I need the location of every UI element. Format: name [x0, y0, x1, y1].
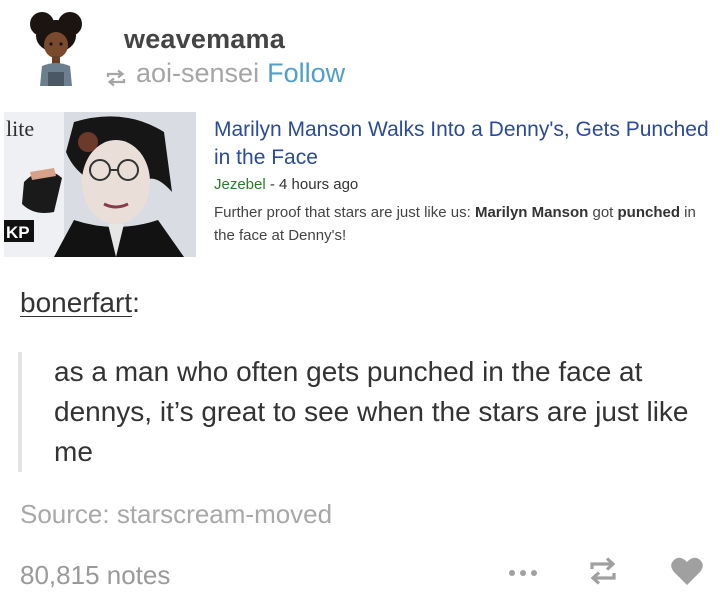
quoted-username[interactable]: bonerfart: [20, 287, 132, 318]
reblogged-from-username[interactable]: aoi-sensei: [136, 58, 259, 89]
reblog-icon[interactable]: [586, 556, 620, 591]
desc-bold: punched: [617, 204, 681, 221]
quote-text: as a man who often gets punched in the f…: [54, 356, 689, 467]
article-description: Further proof that stars are just like u…: [214, 201, 719, 247]
quoted-colon: :: [132, 287, 140, 318]
heart-icon[interactable]: [670, 556, 704, 591]
avatar[interactable]: [18, 10, 94, 86]
article-time: - 4 hours ago: [265, 176, 359, 193]
reblog-icon: [104, 64, 128, 86]
quoted-username-line: bonerfart:: [20, 287, 140, 319]
link-card[interactable]: lite KP Marilyn Manson Walks Into a Denn…: [4, 110, 722, 258]
article-title[interactable]: Marilyn Manson Walks Into a Denny's, Get…: [214, 116, 719, 172]
desc-text: got: [588, 204, 618, 221]
thumbnail-text-bottom: KP: [6, 223, 30, 242]
thumbnail-text-top: lite: [6, 116, 34, 141]
post-username[interactable]: weavemama: [124, 24, 285, 55]
avatar-illustration: [18, 10, 94, 86]
blockquote: as a man who often gets punched in the f…: [18, 352, 728, 472]
article-publisher[interactable]: Jezebel: [214, 176, 266, 193]
more-options-icon[interactable]: [508, 565, 538, 583]
follow-button[interactable]: Follow: [267, 58, 345, 89]
desc-bold: Marilyn Manson: [474, 204, 589, 221]
post-actions: [508, 556, 704, 591]
article-thumbnail[interactable]: lite KP: [4, 112, 196, 257]
post-source[interactable]: Source: starscream-moved: [20, 499, 332, 530]
desc-text: Further proof that stars are just like u…: [214, 204, 475, 221]
reblog-source: aoi-sensei Follow: [104, 58, 345, 89]
article-source: Jezebel - 4 hours ago: [214, 176, 358, 193]
post-header: weavemama aoi-sensei Follow: [18, 10, 718, 90]
notes-count[interactable]: 80,815 notes: [20, 560, 170, 591]
